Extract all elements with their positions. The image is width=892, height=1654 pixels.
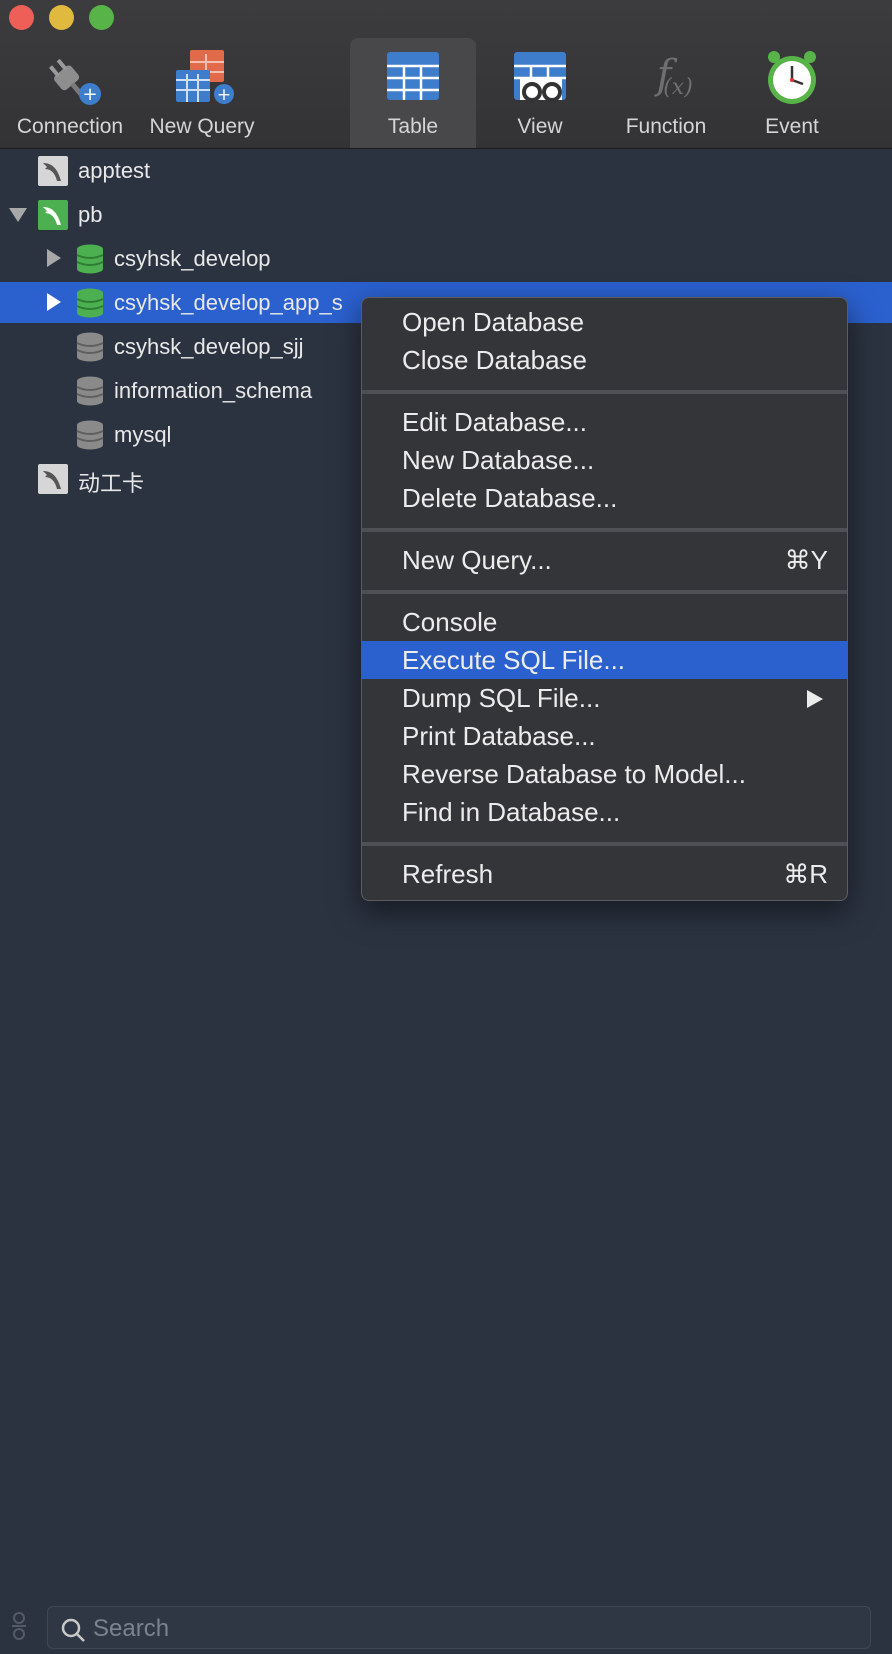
menu-item-refresh[interactable]: Refresh ⌘R xyxy=(362,855,847,893)
menu-separator xyxy=(362,528,847,532)
menu-item-open-database[interactable]: Open Database xyxy=(362,303,847,341)
function-icon: f (x) xyxy=(654,52,693,100)
bottom-bar: Search xyxy=(0,1596,892,1654)
menu-item-close-database[interactable]: Close Database xyxy=(362,341,847,379)
tree-item-pb[interactable]: pb xyxy=(0,194,892,235)
menu-separator xyxy=(362,842,847,846)
mysql-connection-icon xyxy=(38,156,68,186)
toolbar-view-label: View xyxy=(517,115,563,138)
connection-plug-icon: + xyxy=(49,58,101,105)
menu-item-shortcut: ⌘R xyxy=(783,859,828,889)
tree-item-label: information_schema xyxy=(114,378,313,403)
menu-item-label: Delete Database... xyxy=(402,483,618,513)
view-icon xyxy=(514,52,566,102)
toolbar-connection-button[interactable]: + Connection xyxy=(8,38,132,148)
tree-item-label: csyhsk_develop xyxy=(114,246,271,271)
menu-item-find-in-database[interactable]: Find in Database... xyxy=(362,793,847,831)
menu-item-label: Reverse Database to Model... xyxy=(402,759,746,789)
menu-item-new-database[interactable]: New Database... xyxy=(362,441,847,479)
submenu-arrow-icon xyxy=(807,690,823,708)
svg-text:+: + xyxy=(217,85,231,105)
menu-item-label: Find in Database... xyxy=(402,797,621,827)
toolbar-function-label: Function xyxy=(625,115,707,138)
toolbar: + Connection + New Query Table View f (x… xyxy=(0,0,892,149)
database-closed-icon xyxy=(76,376,104,406)
tree-item-csyhsk-develop[interactable]: csyhsk_develop xyxy=(0,238,892,279)
search-placeholder: Search xyxy=(93,1615,170,1642)
search-icon xyxy=(61,1618,85,1642)
svg-text:+: + xyxy=(82,84,97,105)
event-clock-icon xyxy=(768,51,816,104)
mysql-connection-icon xyxy=(38,464,68,494)
tree-item-apptest[interactable]: apptest xyxy=(0,150,892,191)
menu-item-edit-database[interactable]: Edit Database... xyxy=(362,403,847,441)
menu-item-label: Dump SQL File... xyxy=(402,683,601,713)
mysql-connection-active-icon xyxy=(38,200,68,230)
menu-item-reverse-database-to-model[interactable]: Reverse Database to Model... xyxy=(362,755,847,793)
disclosure-triangle-expanded-icon[interactable] xyxy=(9,208,27,222)
tree-item-label: apptest xyxy=(78,158,151,183)
menu-item-delete-database[interactable]: Delete Database... xyxy=(362,479,847,517)
tree-item-label: mysql xyxy=(114,422,172,447)
menu-item-label: New Query... xyxy=(402,545,552,575)
tree-item-label: pb xyxy=(78,202,103,227)
disclosure-triangle-collapsed-icon[interactable] xyxy=(47,249,61,267)
svg-text:(x): (x) xyxy=(663,75,693,100)
zoom-window-button[interactable] xyxy=(89,5,114,30)
minimize-window-button[interactable] xyxy=(49,5,74,30)
menu-item-label: Console xyxy=(402,607,498,637)
toolbar-event-button[interactable]: Event xyxy=(730,38,854,148)
tree-item-label: csyhsk_develop_app_s xyxy=(114,290,343,315)
toolbar-function-button[interactable]: f (x) Function xyxy=(604,38,728,148)
menu-item-label: Refresh xyxy=(402,859,494,889)
menu-item-label: Close Database xyxy=(402,345,587,375)
toolbar-new-query-label: New Query xyxy=(149,115,255,138)
new-query-icon: + xyxy=(176,50,234,105)
menu-item-dump-sql-file[interactable]: Dump SQL File... xyxy=(362,679,847,717)
menu-item-new-query[interactable]: New Query... ⌘Y xyxy=(362,541,847,579)
menu-item-label: Execute SQL File... xyxy=(402,645,626,675)
menu-separator xyxy=(362,390,847,394)
database-context-menu: Open Database Close Database Edit Databa… xyxy=(361,297,848,901)
menu-item-label: Open Database xyxy=(402,307,585,337)
menu-item-label: New Database... xyxy=(402,445,595,475)
database-closed-icon xyxy=(76,332,104,362)
close-window-button[interactable] xyxy=(9,5,34,30)
menu-item-console[interactable]: Console xyxy=(362,603,847,641)
menu-item-shortcut: ⌘Y xyxy=(784,545,828,575)
menu-item-label: Print Database... xyxy=(402,721,596,751)
database-closed-icon xyxy=(76,420,104,450)
tree-item-label: 动工卡 xyxy=(78,471,145,496)
database-open-icon xyxy=(76,288,104,318)
toolbar-view-button[interactable]: View xyxy=(480,38,600,148)
disclosure-triangle-collapsed-icon[interactable] xyxy=(47,293,61,311)
toolbar-new-query-button[interactable]: + New Query xyxy=(140,38,264,148)
toolbar-connection-label: Connection xyxy=(16,115,124,138)
search-input[interactable]: Search xyxy=(47,1606,871,1649)
menu-item-execute-sql-file[interactable]: Execute SQL File... xyxy=(362,641,847,679)
filter-handle-icon[interactable] xyxy=(10,1610,28,1642)
database-open-icon xyxy=(76,244,104,274)
tree-item-label: csyhsk_develop_sjj xyxy=(114,334,304,359)
menu-item-print-database[interactable]: Print Database... xyxy=(362,717,847,755)
toolbar-table-label: Table xyxy=(387,115,439,138)
table-icon xyxy=(387,52,439,100)
menu-separator xyxy=(362,590,847,594)
menu-item-label: Edit Database... xyxy=(402,407,587,437)
toolbar-event-label: Event xyxy=(765,115,819,138)
toolbar-table-button[interactable]: Table xyxy=(350,38,476,148)
